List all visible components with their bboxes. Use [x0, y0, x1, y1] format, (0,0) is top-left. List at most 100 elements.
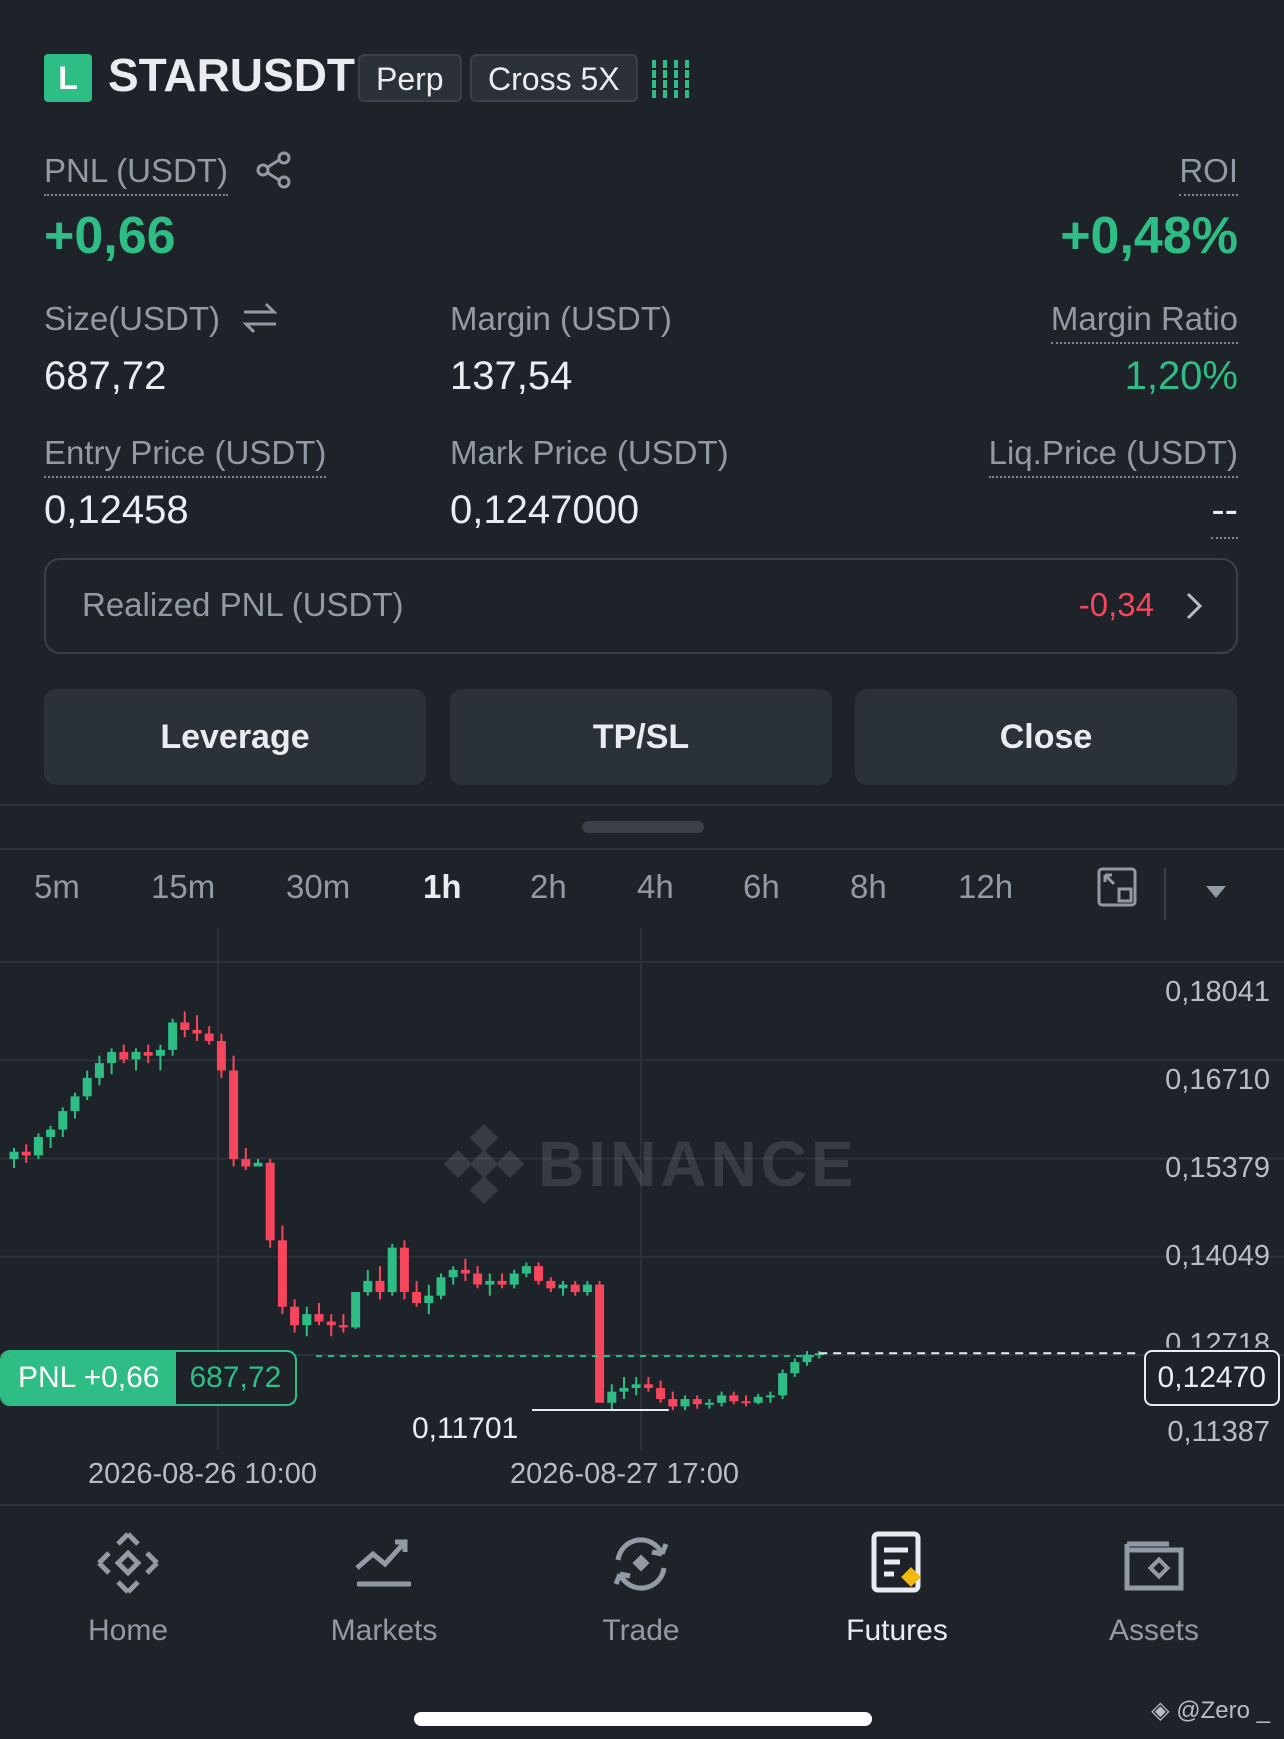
- candle-body: [351, 1291, 361, 1328]
- margin-ratio-label[interactable]: Margin Ratio: [1050, 300, 1238, 344]
- candle-body: [521, 1266, 531, 1274]
- candle-body: [387, 1247, 397, 1292]
- candle-body: [9, 1151, 19, 1160]
- timeframe-30m[interactable]: 30m: [286, 868, 350, 906]
- candle-body: [58, 1111, 68, 1130]
- timeframe-5m[interactable]: 5m: [34, 868, 80, 906]
- size-value: 687,72: [44, 354, 167, 398]
- candle-body: [473, 1273, 483, 1285]
- candle-body: [497, 1280, 507, 1285]
- candle-body: [546, 1280, 556, 1289]
- roi-label[interactable]: ROI: [1179, 152, 1238, 196]
- margin-mode-tag[interactable]: Cross 5X: [470, 54, 638, 102]
- margin-ratio-value: 1,20%: [1124, 354, 1238, 398]
- realized-pnl-row[interactable]: Realized PNL (USDT) -0,34: [44, 558, 1238, 654]
- symbol-title[interactable]: STARUSDT: [108, 48, 355, 102]
- candle-body: [131, 1052, 141, 1060]
- x-tick-1: 2026-08-26 10:00: [88, 1458, 317, 1490]
- candle-body: [265, 1162, 275, 1241]
- timeframe-1h[interactable]: 1h: [423, 868, 462, 906]
- home-indicator[interactable]: [414, 1712, 872, 1726]
- futures-document-icon: [871, 1531, 921, 1593]
- candle-body: [704, 1402, 714, 1405]
- candle-body: [70, 1096, 80, 1112]
- nav-trade[interactable]: Trade: [541, 1528, 741, 1648]
- tpsl-button[interactable]: TP/SL: [450, 689, 832, 785]
- candle-body: [180, 1022, 190, 1030]
- swap-arrows-icon[interactable]: [240, 300, 280, 341]
- candle-body: [717, 1395, 727, 1403]
- timeframe-12h[interactable]: 12h: [958, 868, 1013, 906]
- candle-body: [790, 1362, 800, 1374]
- share-icon[interactable]: [254, 150, 294, 195]
- candle-body: [94, 1063, 104, 1078]
- candle-body: [82, 1077, 92, 1097]
- nav-markets-label: Markets: [330, 1614, 438, 1647]
- margin-label: Margin (USDT): [450, 300, 672, 337]
- section-divider: [0, 804, 1284, 806]
- leverage-button[interactable]: Leverage: [44, 689, 426, 785]
- entry-price-label[interactable]: Entry Price (USDT): [44, 434, 327, 478]
- low-price-marker: 0,11701: [412, 1412, 519, 1445]
- candle-body: [302, 1314, 312, 1326]
- candle-body: [277, 1240, 287, 1307]
- candle-body: [643, 1384, 653, 1388]
- nav-assets[interactable]: Assets: [1054, 1528, 1254, 1648]
- binance-logo-icon: [97, 1532, 159, 1594]
- pnl-label[interactable]: PNL (USDT): [44, 152, 228, 196]
- position-pnl-tag[interactable]: PNL +0,66 687,72: [0, 1350, 298, 1406]
- candle-body: [607, 1391, 617, 1403]
- candle-body: [558, 1284, 568, 1289]
- y-tick-2: 0,16710: [1165, 1064, 1270, 1096]
- timeframe-2h[interactable]: 2h: [530, 868, 567, 906]
- roi-value: +0,48%: [1060, 207, 1238, 265]
- candle-body: [534, 1266, 544, 1281]
- candle-body: [412, 1291, 422, 1304]
- chart-expand-icon[interactable]: [1096, 866, 1138, 913]
- nav-futures[interactable]: Futures: [797, 1528, 997, 1648]
- nav-futures-label: Futures: [846, 1614, 948, 1647]
- timeframe-8h[interactable]: 8h: [850, 868, 887, 906]
- candle-body: [143, 1052, 153, 1056]
- candle-body: [485, 1280, 495, 1285]
- candle-body: [424, 1295, 434, 1304]
- candle-body: [326, 1321, 336, 1326]
- candle-body: [619, 1387, 629, 1392]
- watermark-text: BINANCE: [538, 1128, 858, 1200]
- candle-body: [668, 1399, 678, 1407]
- liq-price-value: --: [1211, 488, 1238, 539]
- timeframe-15m[interactable]: 15m: [151, 868, 215, 906]
- timeframe-4h[interactable]: 4h: [637, 868, 674, 906]
- candle-body: [216, 1040, 226, 1071]
- y-tick-4: 0,14049: [1165, 1240, 1270, 1272]
- candle-body: [729, 1395, 739, 1402]
- wallet-icon: [1124, 1541, 1184, 1591]
- candle-body: [168, 1022, 178, 1050]
- nav-home-label: Home: [87, 1614, 169, 1647]
- candle-body: [460, 1269, 470, 1274]
- drag-handle[interactable]: [582, 821, 704, 833]
- nav-home[interactable]: Home: [28, 1528, 228, 1648]
- size-tag-label: 687,72: [189, 1361, 282, 1394]
- signal-bars-icon: [650, 56, 692, 100]
- liq-price-label[interactable]: Liq.Price (USDT): [988, 434, 1238, 478]
- candle-body: [595, 1284, 605, 1403]
- candle-body: [192, 1029, 202, 1034]
- candle-body: [399, 1247, 409, 1292]
- candle-body: [778, 1373, 788, 1396]
- user-watermark: ◈ @Zero _: [1151, 1696, 1270, 1725]
- pnl-tag-label: PNL +0,66: [2, 1352, 176, 1404]
- candle-body: [46, 1129, 56, 1137]
- pnl-value: +0,66: [44, 207, 176, 265]
- entry-price-value: 0,12458: [44, 488, 189, 532]
- nav-divider: [0, 1504, 1284, 1506]
- close-position-button[interactable]: Close: [855, 689, 1237, 785]
- dropdown-triangle-icon[interactable]: [1204, 884, 1228, 905]
- margin-value: 137,54: [450, 354, 573, 398]
- timeframe-6h[interactable]: 6h: [743, 868, 780, 906]
- candle-body: [765, 1395, 775, 1398]
- nav-markets[interactable]: Markets: [284, 1528, 484, 1648]
- y-tick-1: 0,18041: [1165, 976, 1270, 1008]
- size-label: Size(USDT): [44, 300, 221, 337]
- candle-body: [375, 1280, 385, 1292]
